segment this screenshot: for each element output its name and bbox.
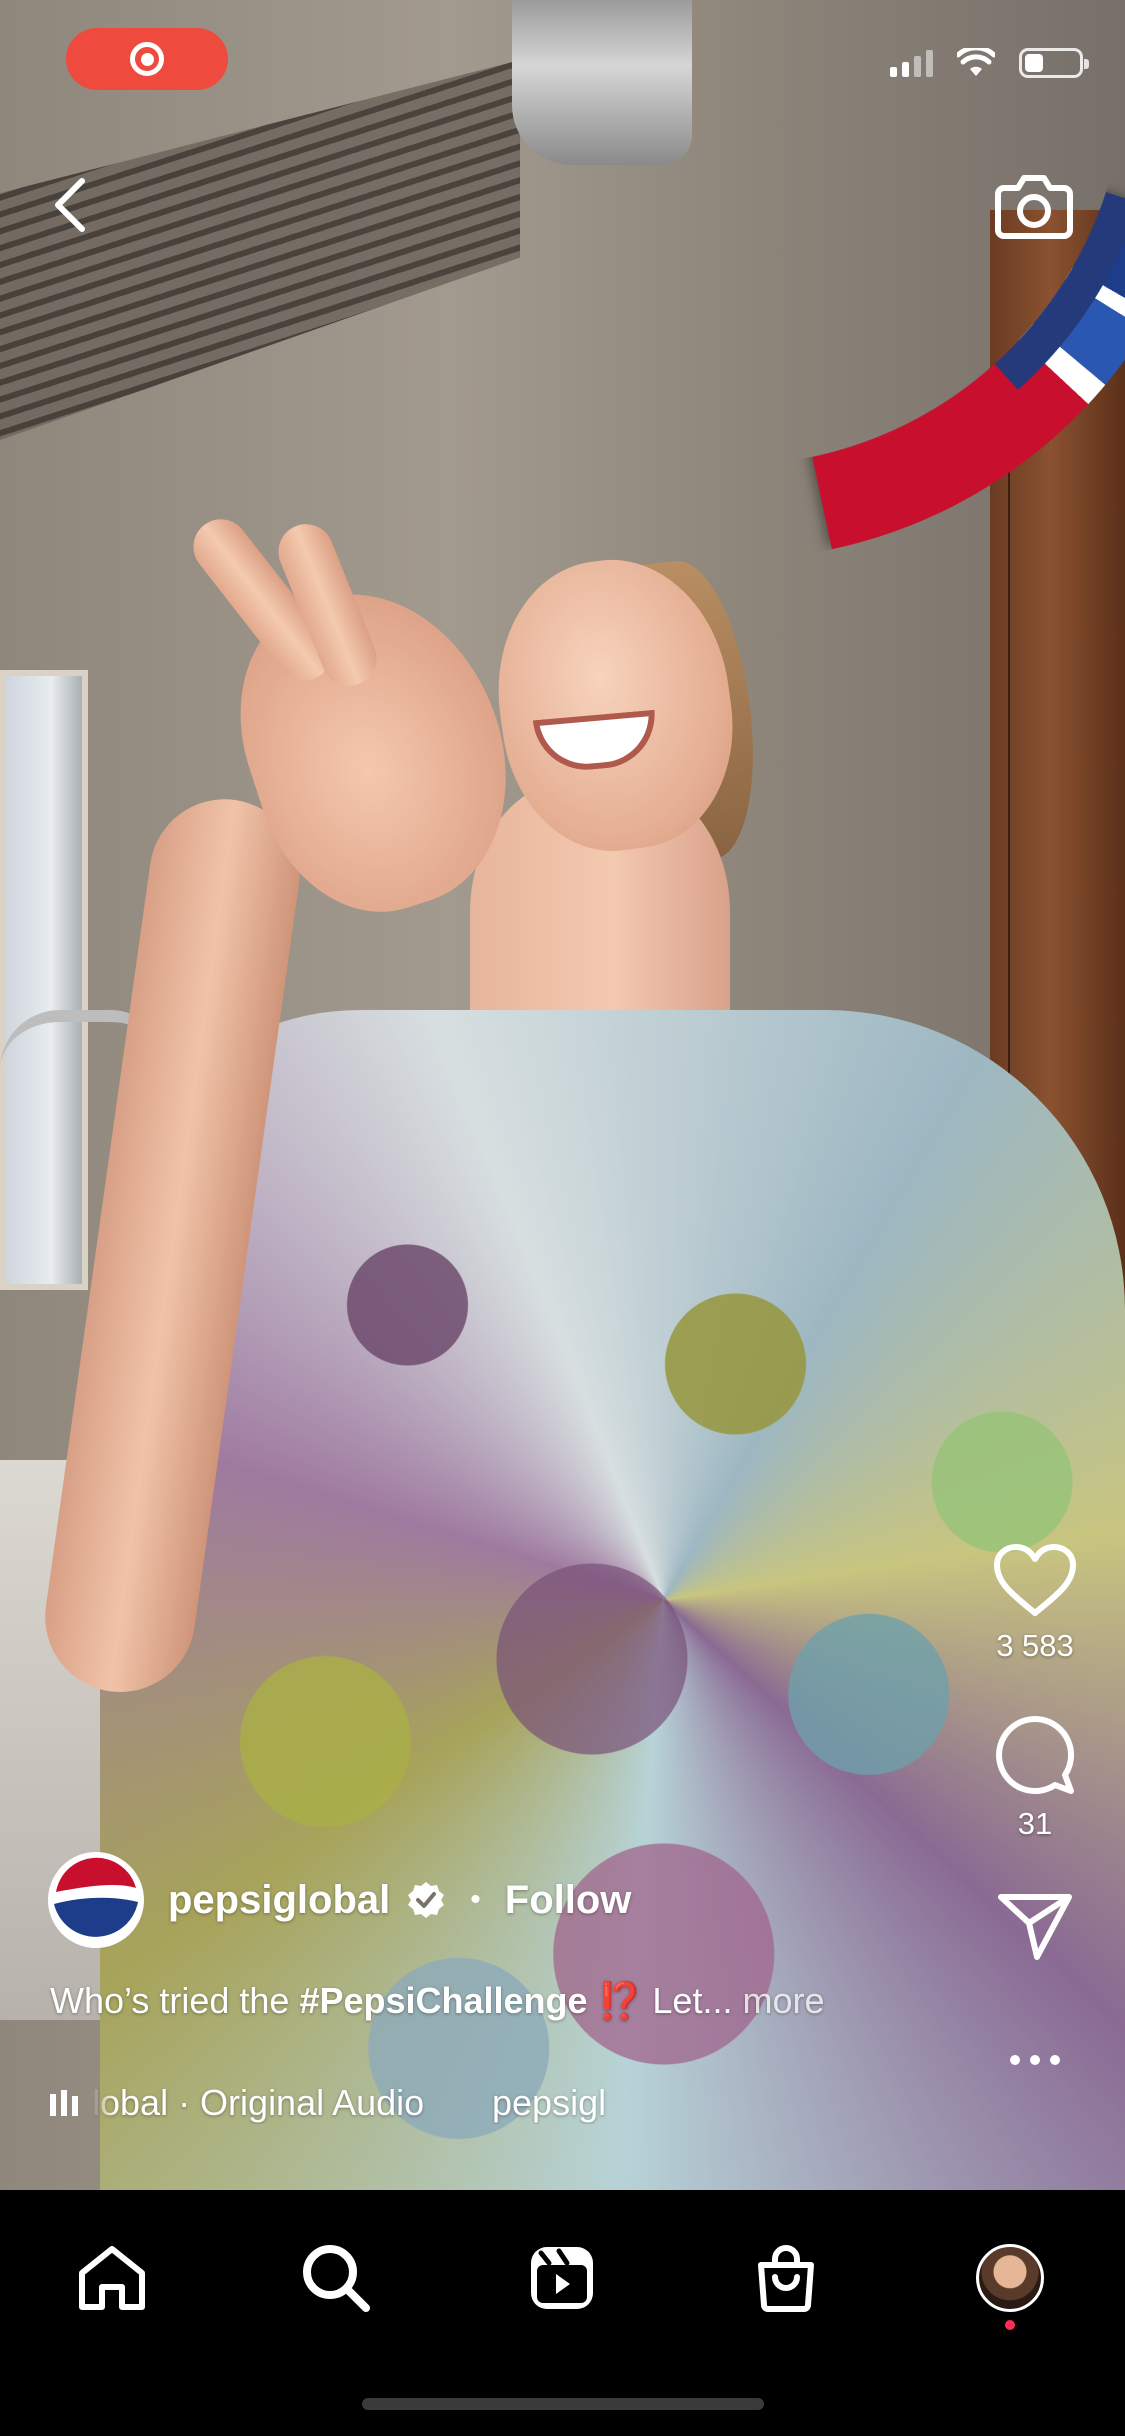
- comment-bubble-icon: [996, 1716, 1075, 1795]
- pepsi-avatar[interactable]: [48, 1852, 144, 1948]
- tab-home[interactable]: [62, 2228, 162, 2328]
- screen-recording-pill[interactable]: [66, 28, 228, 90]
- tab-reels[interactable]: [512, 2228, 612, 2328]
- battery-icon: [1019, 48, 1089, 78]
- reels-icon: [531, 2247, 593, 2309]
- profile-avatar: [976, 2244, 1044, 2312]
- back-button[interactable]: [40, 170, 100, 240]
- like-button[interactable]: [990, 1540, 1080, 1620]
- audio-track-label: lobal · Original Audio: [92, 2082, 425, 2123]
- author-username[interactable]: pepsiglobal: [168, 1878, 390, 1923]
- verified-badge-icon: [408, 1882, 445, 1918]
- reel-caption[interactable]: Who’s tried the #PepsiChallenge ⁉️ Let..…: [50, 1980, 825, 2022]
- more-horizontal-icon: [1010, 2055, 1060, 2065]
- caption-prefix: Who’s tried the: [50, 1980, 300, 2021]
- caption-emoji: ⁉️: [597, 1980, 643, 2021]
- search-icon: [303, 2245, 370, 2312]
- heart-icon: [994, 1544, 1076, 1616]
- caption-more-link[interactable]: more: [742, 1980, 824, 2021]
- tab-search[interactable]: [286, 2228, 386, 2328]
- follow-button[interactable]: Follow: [505, 1878, 632, 1923]
- caption-hashtag[interactable]: #PepsiChallenge: [299, 1980, 587, 2021]
- status-icons: [890, 48, 1089, 78]
- cellular-signal-icon: [890, 49, 933, 77]
- audio-next-user: pepsigl: [492, 2082, 607, 2123]
- comment-button[interactable]: [990, 1712, 1080, 1798]
- battery-level: [1025, 54, 1044, 72]
- comment-count: 31: [1017, 1806, 1053, 1841]
- home-indicator[interactable]: [362, 2398, 764, 2410]
- tab-shop[interactable]: [736, 2228, 836, 2328]
- caption-suffix: Let...: [642, 1980, 733, 2021]
- audio-row[interactable]: lobal · Original Audio pepsigl: [50, 2082, 662, 2124]
- more-options-button[interactable]: [990, 2040, 1080, 2080]
- wifi-icon: [957, 48, 995, 76]
- home-icon: [79, 2246, 145, 2310]
- reels-screen: 3 583 31 pepsiglobal • Follow Who’s trie…: [0, 0, 1125, 2436]
- notification-dot: [1005, 2320, 1015, 2330]
- like-count: 3 583: [996, 1628, 1074, 1663]
- shopping-bag-icon: [758, 2245, 814, 2312]
- screen-record-icon: [130, 42, 164, 76]
- reel-actions: 3 583 31: [975, 1540, 1095, 2080]
- pepsi-can-top: [512, 0, 692, 165]
- tab-profile[interactable]: [960, 2228, 1060, 2330]
- chevron-left-icon: [55, 178, 85, 232]
- camera-button[interactable]: [990, 168, 1078, 244]
- pepsi-logo-icon: [50, 1854, 142, 1946]
- camera-icon: [995, 175, 1073, 239]
- audio-wave-icon: [50, 2090, 78, 2116]
- send-icon: [998, 1894, 1072, 1960]
- share-button[interactable]: [990, 1886, 1080, 1966]
- separator-dot: •: [470, 1883, 481, 1916]
- wall-mirror: [0, 670, 88, 1290]
- author-row: pepsiglobal • Follow: [48, 1852, 631, 1948]
